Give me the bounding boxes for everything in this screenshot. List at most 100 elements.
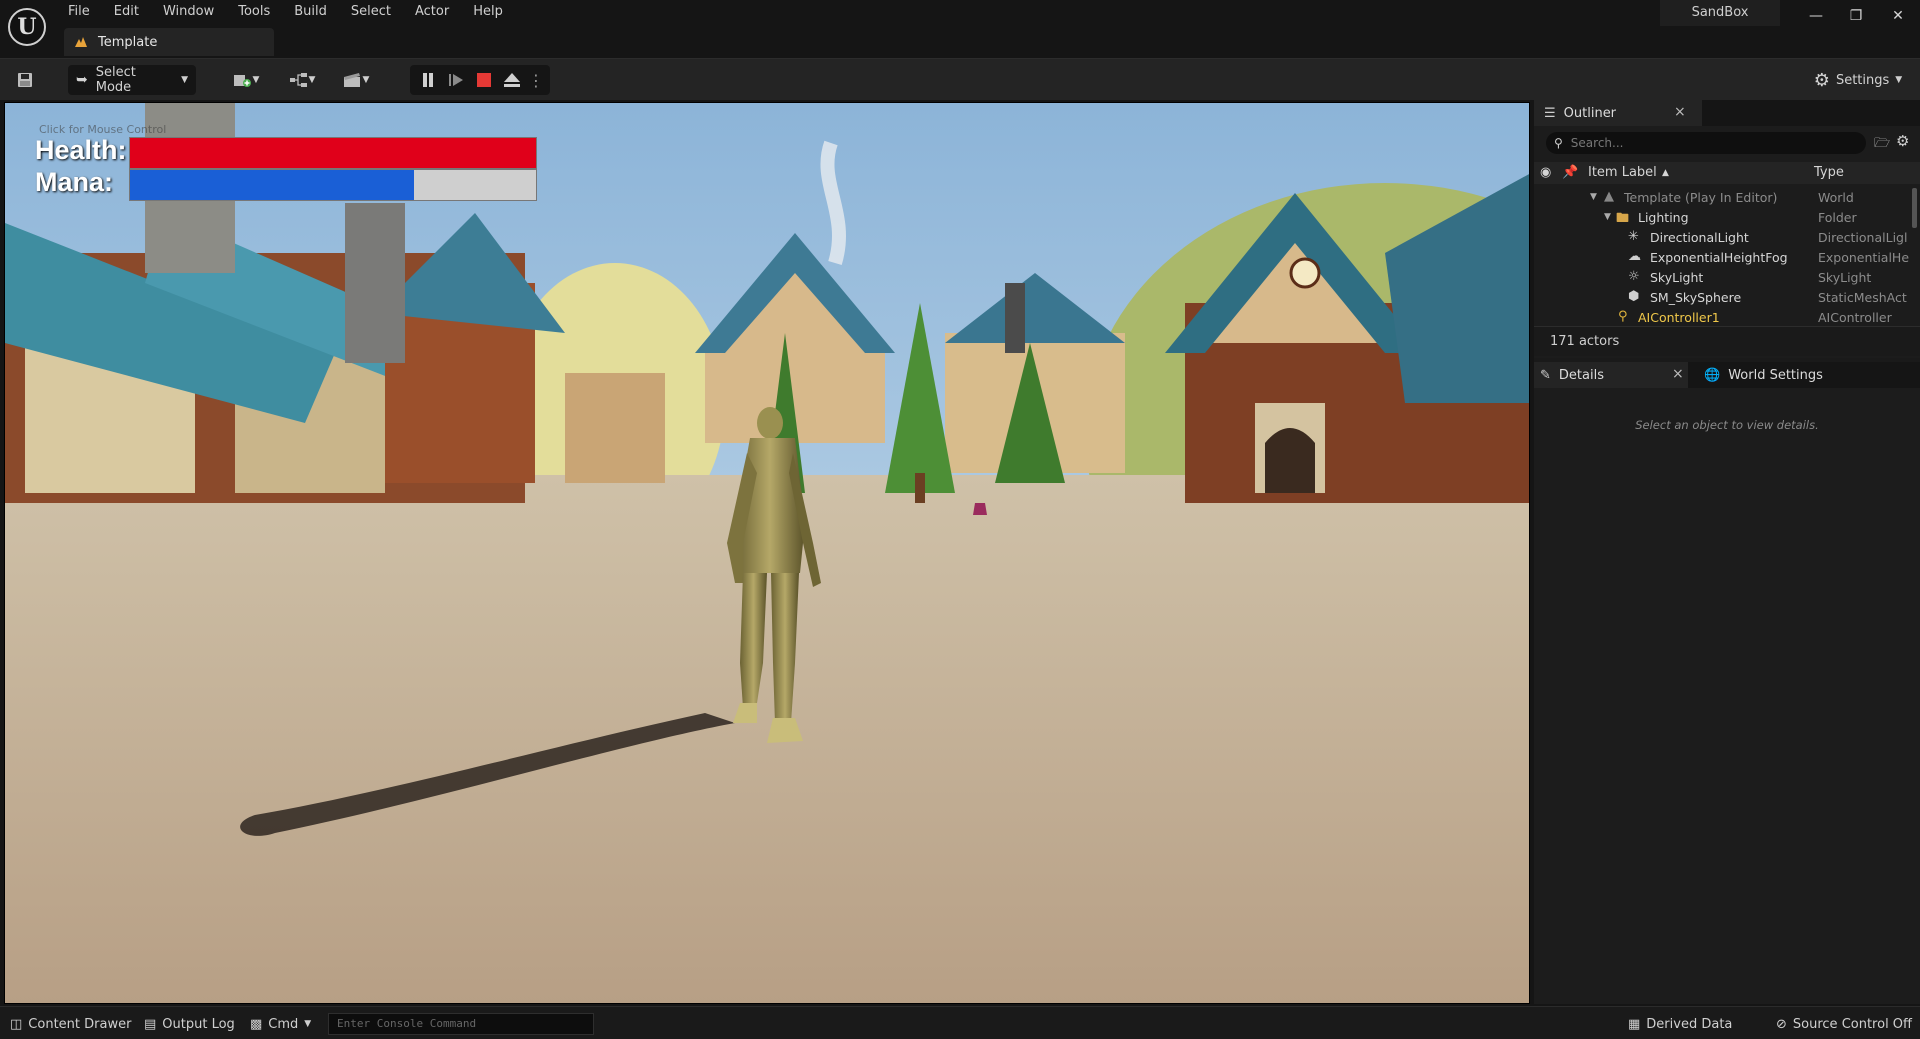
- ai-controller-icon: ⚲: [1618, 309, 1628, 324]
- tab-outliner[interactable]: ☰ Outliner: [1544, 100, 1616, 126]
- visibility-eye-icon[interactable]: ◉: [1540, 165, 1551, 180]
- close-window-icon[interactable]: ✕: [1876, 0, 1920, 32]
- content-drawer-button[interactable]: ◫ Content Drawer: [10, 1015, 131, 1033]
- static-mesh-icon: ⬢: [1628, 289, 1640, 304]
- fog-icon: ☁: [1628, 249, 1641, 264]
- sort-ascending-icon: ▲: [1662, 168, 1669, 178]
- mana-label: Mana:: [35, 167, 114, 197]
- tree-type: StaticMeshAct: [1818, 290, 1907, 305]
- pencil-icon: ✎: [1540, 367, 1551, 383]
- play-controls: ⋮: [410, 65, 550, 95]
- status-bar: ◫ Content Drawer ▤ Output Log ▩ Cmd ▼ En…: [0, 1006, 1920, 1039]
- derived-data-label: Derived Data: [1646, 1016, 1733, 1032]
- more-options-icon[interactable]: ⋮: [528, 65, 544, 95]
- add-actor-button[interactable]: ▼: [226, 65, 266, 95]
- settings-button[interactable]: ⚙ Settings ▼: [1810, 65, 1906, 95]
- outliner-scrollbar[interactable]: [1912, 188, 1917, 228]
- health-label: Health:: [35, 135, 127, 165]
- actor-count: 171 actors: [1534, 326, 1920, 356]
- tree-type: World: [1818, 190, 1854, 205]
- list-icon: ☰: [1544, 105, 1556, 121]
- tree-type: AIController: [1818, 310, 1892, 325]
- minimize-icon[interactable]: —: [1794, 0, 1838, 32]
- eject-icon[interactable]: [500, 65, 524, 95]
- derived-data-button[interactable]: ▦ Derived Data: [1628, 1015, 1732, 1033]
- menu-actor[interactable]: Actor: [403, 2, 461, 22]
- frame-skip-icon[interactable]: [444, 65, 468, 95]
- source-control-label: Source Control Off: [1792, 1016, 1913, 1032]
- tree-row[interactable]: ▼ 🖿 Lighting Folder: [1534, 208, 1920, 228]
- tree-type: SkyLight: [1818, 270, 1872, 285]
- search-icon: ⚲: [1554, 136, 1563, 150]
- outliner-search[interactable]: ⚲ Search...: [1546, 132, 1866, 154]
- mana-bar: [129, 169, 537, 201]
- menu-edit[interactable]: Edit: [102, 2, 151, 22]
- details-panel: ✎ Details × 🌐 World Settings Select an o…: [1534, 362, 1920, 1004]
- menu-select[interactable]: Select: [339, 2, 403, 22]
- tree-row[interactable]: ⚲ AIController1 AIController: [1534, 308, 1920, 328]
- source-control-off-icon: ⊘: [1776, 1016, 1787, 1032]
- settings-label: Settings: [1835, 72, 1890, 88]
- health-bar: [129, 137, 537, 169]
- tree-row[interactable]: ▼ ▲ Template (Play In Editor) World: [1534, 188, 1920, 208]
- outliner-column-headers: ◉ 📌 Item Label ▲ Type: [1534, 162, 1920, 184]
- main-toolbar: ➥ Select Mode ▼ ▼ ▼ ▼ ⋮ ⚙ Settings ▼: [0, 58, 1920, 100]
- tree-label: AIController1: [1638, 310, 1720, 325]
- menu-tools[interactable]: Tools: [226, 2, 282, 22]
- tree-row[interactable]: ☁ ExponentialHeightFog ExponentialHe: [1534, 248, 1920, 268]
- console-input[interactable]: Enter Console Command: [328, 1013, 594, 1035]
- chevron-down-icon: ▼: [362, 75, 370, 85]
- health-bar-fill: [130, 138, 536, 168]
- close-details-icon[interactable]: ×: [1672, 366, 1684, 382]
- cmd-dropdown[interactable]: ▩ Cmd ▼: [250, 1015, 311, 1033]
- menu-help[interactable]: Help: [461, 2, 515, 22]
- source-control-button[interactable]: ⊘ Source Control Off: [1776, 1015, 1912, 1033]
- game-viewport[interactable]: Click for Mouse Control Health: Mana:: [4, 102, 1530, 1004]
- tree-label: ExponentialHeightFog: [1650, 250, 1788, 265]
- document-tab-label: Template: [98, 34, 158, 50]
- restore-icon[interactable]: ❐: [1834, 0, 1878, 32]
- unreal-logo-icon[interactable]: U: [8, 8, 46, 46]
- column-type[interactable]: Type: [1814, 165, 1844, 180]
- close-outliner-icon[interactable]: ×: [1674, 104, 1686, 120]
- tree-type: DirectionalLigl: [1818, 230, 1908, 245]
- menu-build[interactable]: Build: [282, 2, 339, 22]
- tab-details[interactable]: ✎ Details: [1540, 362, 1604, 388]
- expand-arrow-icon[interactable]: ▼: [1604, 212, 1611, 222]
- project-name: SandBox: [1660, 0, 1780, 26]
- scene-render: [5, 103, 1529, 1003]
- cinematics-button[interactable]: ▼: [336, 65, 376, 95]
- menu-window[interactable]: Window: [151, 2, 226, 22]
- tab-world-settings[interactable]: 🌐 World Settings: [1704, 362, 1823, 388]
- outliner-settings-gear-icon[interactable]: ⚙: [1896, 132, 1909, 150]
- tree-label: SkyLight: [1650, 270, 1704, 285]
- document-tab[interactable]: Template: [64, 28, 274, 56]
- expand-arrow-icon[interactable]: ▼: [1590, 192, 1597, 202]
- level-icon: [75, 37, 87, 47]
- content-drawer-label: Content Drawer: [28, 1016, 132, 1032]
- column-item-label[interactable]: Item Label: [1588, 165, 1657, 180]
- output-log-icon: ▤: [144, 1016, 157, 1032]
- save-icon[interactable]: [10, 65, 40, 95]
- details-tab-label: Details: [1558, 367, 1604, 383]
- tree-row[interactable]: ⬢ SM_SkySphere StaticMeshAct: [1534, 288, 1920, 308]
- tree-row[interactable]: ✳ DirectionalLight DirectionalLigl: [1534, 228, 1920, 248]
- select-mode-dropdown[interactable]: ➥ Select Mode ▼: [68, 65, 196, 95]
- tree-row[interactable]: ☼ SkyLight SkyLight: [1534, 268, 1920, 288]
- mana-bar-fill: [130, 170, 415, 200]
- blueprint-button[interactable]: ▼: [282, 65, 322, 95]
- menu-file[interactable]: File: [56, 2, 102, 22]
- output-log-button[interactable]: ▤ Output Log: [144, 1015, 235, 1033]
- details-empty-message: Select an object to view details.: [1635, 418, 1819, 432]
- stop-icon[interactable]: [472, 65, 496, 95]
- outliner-tab-label: Outliner: [1563, 105, 1617, 121]
- title-bar: U File Edit Window Tools Build Select Ac…: [0, 0, 1920, 58]
- tree-label: Template (Play In Editor): [1624, 190, 1778, 205]
- tree-type: Folder: [1818, 210, 1857, 225]
- add-folder-icon[interactable]: 🗁: [1874, 134, 1890, 156]
- tree-label: Lighting: [1638, 210, 1689, 225]
- details-header: ✎ Details × 🌐 World Settings: [1534, 362, 1920, 388]
- tree-label: SM_SkySphere: [1650, 290, 1742, 305]
- pin-icon[interactable]: 📌: [1562, 165, 1578, 180]
- pause-icon[interactable]: [416, 65, 440, 95]
